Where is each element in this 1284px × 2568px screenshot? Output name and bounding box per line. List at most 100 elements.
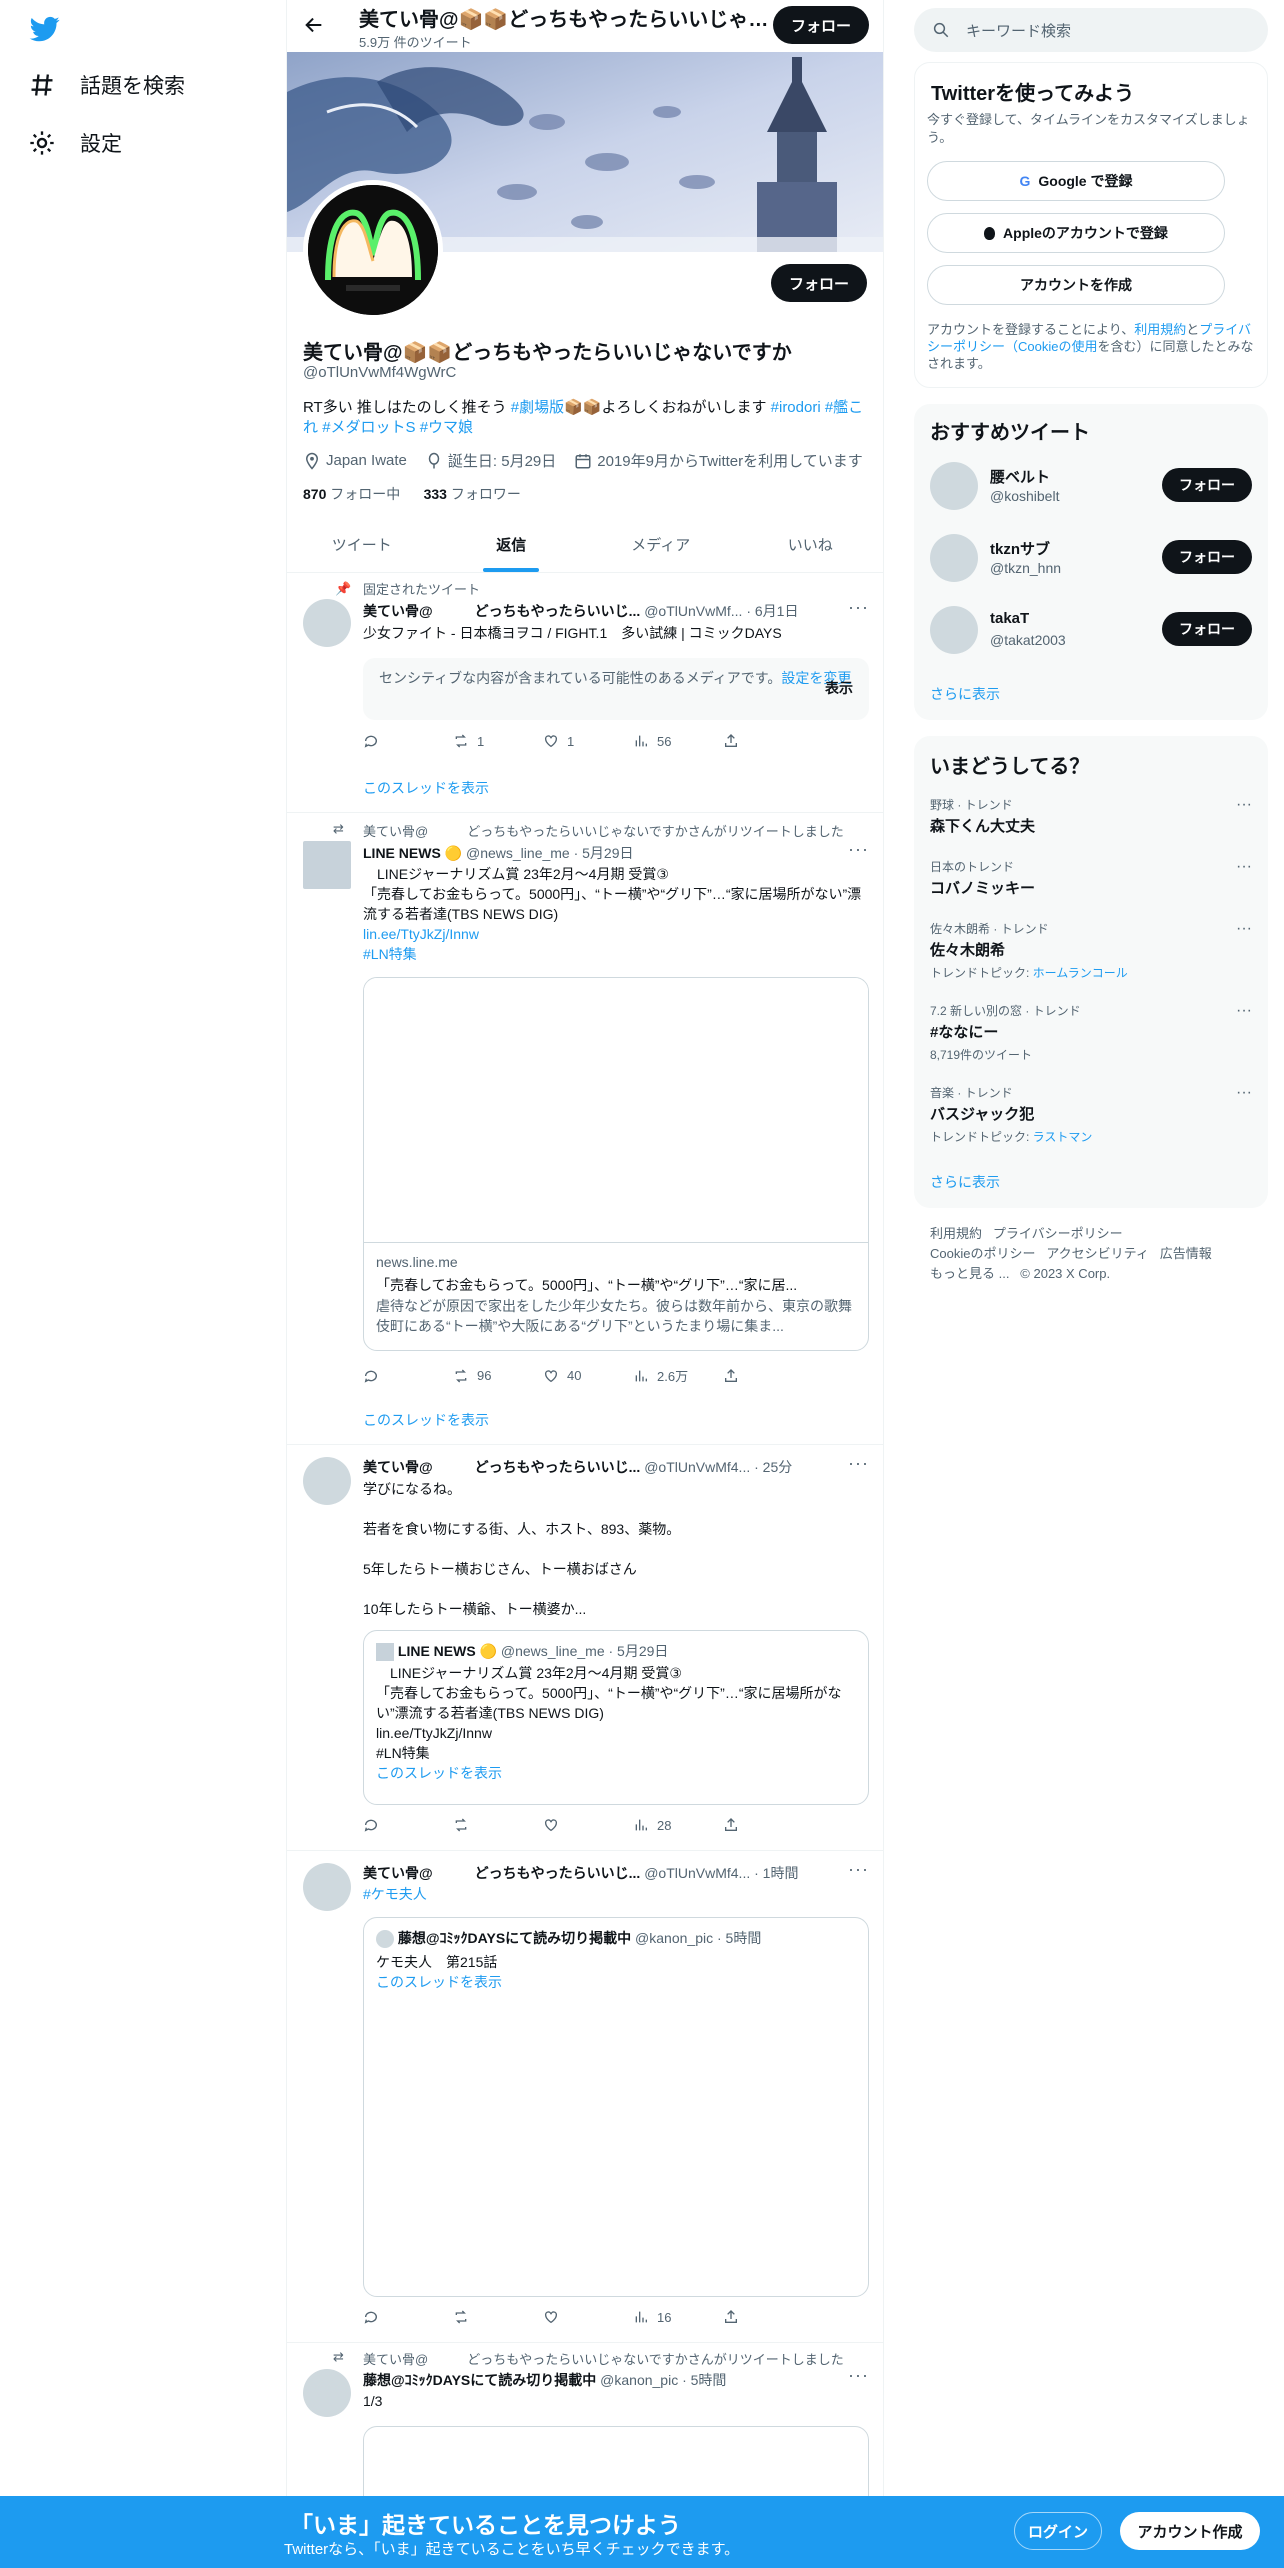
more-icon[interactable]: ··· (848, 597, 869, 618)
signup-button[interactable]: アカウント作成 (1120, 2512, 1260, 2550)
avatar[interactable] (303, 599, 351, 647)
retweet-context[interactable]: 美てい骨@ どっちもやったらいいじゃないですかさんがリツイートしました (363, 821, 844, 840)
tweet-quote[interactable]: 美てい骨@ どっちもやったらいいじ... @oTlUnVwMf4... · 1時… (287, 1851, 883, 2343)
like-button[interactable]: 1 (543, 733, 623, 749)
avatar[interactable] (303, 1457, 351, 1505)
create-account-button[interactable]: アカウントを作成 (927, 265, 1225, 305)
back-arrow-icon[interactable] (303, 14, 325, 36)
avatar[interactable] (303, 841, 351, 889)
followers-link[interactable]: 333 フォロワー (424, 486, 521, 502)
author-meta[interactable]: @oTlUnVwMf4... · 25分 (644, 1459, 792, 1475)
more-icon[interactable]: ··· (1236, 920, 1252, 938)
show-thread-link[interactable]: このスレッドを表示 (363, 1410, 489, 1430)
trend-topic-link[interactable]: ラストマン (1033, 1130, 1093, 1144)
tweet-hashtag[interactable]: #LN特集 (363, 944, 869, 964)
trend-item[interactable]: 音楽 · トレンド バスジャック犯 トレンドトピック: ラストマン ··· (930, 1084, 1252, 1145)
reply-button[interactable] (363, 2309, 443, 2325)
more-icon[interactable]: ··· (848, 839, 869, 860)
author-meta[interactable]: @oTlUnVwMf... · 6月1日 (644, 603, 798, 619)
tweet-retweet[interactable]: ⇄ 美てい骨@ どっちもやったらいいじゃないですかさんがリツイートしました LI… (287, 813, 883, 1445)
bio-hashtag[interactable]: #メダロットS (322, 419, 415, 436)
tab-likes[interactable]: いいね (736, 520, 884, 572)
show-thread-link[interactable]: このスレッドを表示 (363, 778, 489, 798)
twitter-bird-icon[interactable] (28, 14, 62, 44)
avatar[interactable] (303, 2369, 351, 2417)
trend-item[interactable]: 7.2 新しい別の窓 · トレンド #ななにー 8,719件のツイート ··· (930, 1002, 1252, 1063)
more-icon[interactable]: ··· (1236, 1084, 1252, 1102)
avatar[interactable] (930, 462, 978, 510)
tab-tweets[interactable]: ツイート (287, 520, 437, 572)
tab-replies[interactable]: 返信 (437, 520, 587, 572)
login-button[interactable]: ログイン (1014, 2512, 1102, 2550)
author-name[interactable]: LINE NEWS (363, 845, 441, 861)
like-button[interactable] (543, 1817, 623, 1833)
footer-link[interactable]: アクセシビリティ (1046, 1246, 1149, 1261)
share-button[interactable] (723, 2309, 803, 2325)
more-icon[interactable]: ··· (1236, 1002, 1252, 1020)
link-card[interactable]: news.line.me 「売春してお金もらって。5000円」、“トー横”や“グ… (363, 977, 869, 1351)
more-icon[interactable]: ··· (848, 1859, 869, 1880)
quote-show-thread[interactable]: このスレッドを表示 (376, 1763, 856, 1783)
recommended-more-link[interactable]: さらに表示 (930, 684, 1000, 704)
retweet-button[interactable]: 1 (453, 733, 533, 749)
trends-more-link[interactable]: さらに表示 (930, 1172, 1000, 1192)
footer-more-link[interactable]: もっと見る ... (930, 1266, 1009, 1281)
nav-settings[interactable]: 設定 (28, 128, 122, 158)
footer-link[interactable]: 広告情報 (1160, 1246, 1212, 1261)
footer-link[interactable]: Cookieのポリシー (930, 1246, 1035, 1261)
recommended-user[interactable]: 腰ベルト @koshibelt フォロー (930, 460, 1252, 512)
tweet-pinned[interactable]: 📌 固定されたツイート 美てい骨@ どっちもやったらいいじ... @oTlUnV… (287, 573, 883, 813)
reply-button[interactable] (363, 733, 443, 749)
rec-follow-button[interactable]: フォロー (1162, 612, 1252, 646)
views-button[interactable]: 2.6万 (633, 1366, 713, 1385)
recommended-user[interactable]: takaT @takat2003 フォロー (930, 604, 1252, 656)
share-button[interactable] (723, 733, 803, 749)
quoted-tweet[interactable]: 藤想@ｺﾐｯｸDAYSにて読み切り掲載中 @kanon_pic · 5時間 ケモ… (363, 1917, 869, 2297)
header-follow-button[interactable]: フォロー (773, 6, 869, 44)
search-box[interactable]: キーワード検索 (914, 8, 1268, 52)
rec-follow-button[interactable]: フォロー (1162, 468, 1252, 502)
like-button[interactable]: 40 (543, 1366, 623, 1385)
retweet-button[interactable]: 96 (453, 1366, 533, 1385)
trend-item[interactable]: 日本のトレンド コバノミッキー ··· (930, 858, 1252, 898)
bio-hashtag[interactable]: #ウマ娘 (420, 419, 473, 436)
reply-button[interactable] (363, 1366, 443, 1385)
retweet-button[interactable] (453, 2309, 533, 2325)
author-name[interactable]: 藤想@ｺﾐｯｸDAYSにて読み切り掲載中 (363, 2372, 596, 2388)
quoted-tweet[interactable]: LINE NEWS 🟡 @news_line_me · 5月29日 LINEジャ… (363, 1630, 869, 1805)
footer-link[interactable]: 利用規約 (930, 1226, 982, 1241)
tweet-quote[interactable]: 美てい骨@ どっちもやったらいいじ... @oTlUnVwMf4... · 25… (287, 1445, 883, 1851)
footer-link[interactable]: プライバシーポリシー (993, 1226, 1123, 1241)
recommended-user[interactable]: tkznサブ @tkzn_hnn フォロー (930, 532, 1252, 584)
author-name[interactable]: 美てい骨@ どっちもやったらいいじ... (363, 603, 640, 619)
author-meta[interactable]: @kanon_pic · 5時間 (600, 2372, 726, 2388)
terms-link[interactable]: 利用規約 (1134, 322, 1186, 337)
nav-explore[interactable]: 話題を検索 (28, 70, 185, 100)
avatar[interactable] (930, 534, 978, 582)
more-icon[interactable]: ··· (1236, 796, 1252, 814)
quote-show-thread[interactable]: このスレッドを表示 (376, 1972, 856, 1992)
views-button[interactable]: 56 (633, 733, 713, 749)
views-button[interactable]: 28 (633, 1817, 713, 1833)
retweet-button[interactable] (453, 1817, 533, 1833)
like-button[interactable] (543, 2309, 623, 2325)
profile-follow-button[interactable]: フォロー (771, 264, 867, 302)
show-media-button[interactable]: 表示 (825, 678, 853, 698)
views-button[interactable]: 16 (633, 2309, 713, 2325)
trend-item[interactable]: 野球 · トレンド 森下くん大丈夫 ··· (930, 796, 1252, 836)
retweet-context[interactable]: 美てい骨@ どっちもやったらいいじゃないですかさんがリツイートしました (363, 2349, 844, 2368)
apple-signup-button[interactable]: Appleのアカウントで登録 (927, 213, 1225, 253)
more-icon[interactable]: ··· (848, 2365, 869, 2386)
avatar[interactable] (303, 1863, 351, 1911)
author-meta[interactable]: @oTlUnVwMf4... · 1時間 (644, 1865, 798, 1881)
trend-topic-link[interactable]: ホームランコール (1033, 966, 1128, 980)
more-icon[interactable]: ··· (848, 1453, 869, 1474)
tab-media[interactable]: メディア (586, 520, 736, 572)
profile-avatar[interactable] (303, 180, 443, 320)
author-name[interactable]: 美てい骨@ どっちもやったらいいじ... (363, 1459, 640, 1475)
rec-follow-button[interactable]: フォロー (1162, 540, 1252, 574)
following-link[interactable]: 870 フォロー中 (303, 486, 400, 502)
google-signup-button[interactable]: G Google で登録 (927, 161, 1225, 201)
avatar[interactable] (930, 606, 978, 654)
bio-hashtag[interactable]: #劇場版 (511, 399, 564, 416)
